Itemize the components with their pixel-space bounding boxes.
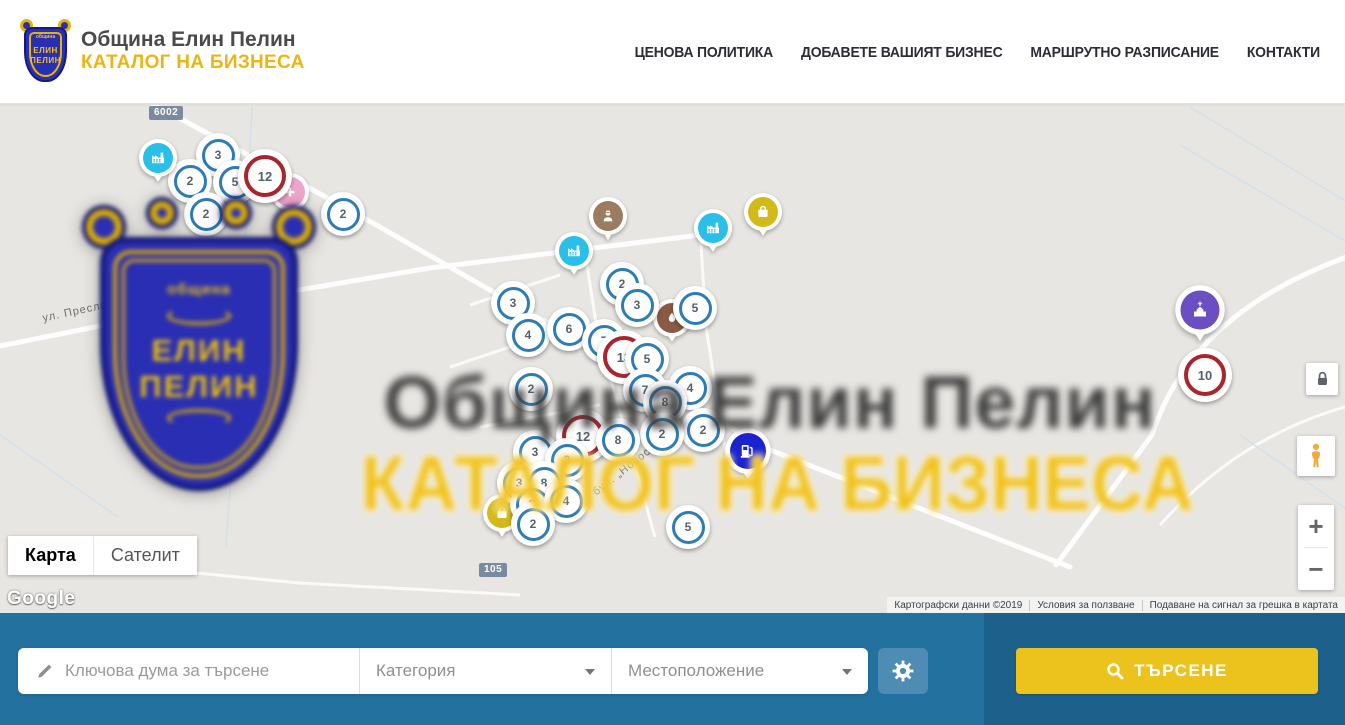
chevron-down-icon — [585, 669, 595, 675]
map-pin-marker[interactable] — [725, 428, 771, 474]
keyword-input[interactable] — [63, 660, 359, 682]
main-nav: ЦЕНОВА ПОЛИТИКА ДОБАВЕТЕ ВАШИЯТ БИЗНЕС М… — [635, 0, 1320, 104]
terms-link[interactable]: Условия за ползване — [1029, 600, 1141, 611]
map-cluster-marker[interactable]: 2 — [681, 408, 725, 452]
map-attribution: Картографски данни ©2019 Условия за полз… — [887, 597, 1345, 613]
map-type-map-button[interactable]: Карта — [8, 536, 94, 575]
church-icon — [1190, 300, 1211, 321]
map-cluster-marker[interactable]: 4 — [506, 313, 550, 357]
map-pin-marker[interactable] — [744, 193, 782, 231]
pegman-icon — [1308, 443, 1324, 469]
map-pin-marker[interactable] — [139, 139, 177, 177]
nav-item-add-business[interactable]: ДОБАВЕТЕ ВАШИЯТ БИЗНЕС — [801, 44, 1003, 61]
map-cluster-marker[interactable]: 2 — [509, 367, 553, 411]
lock-button[interactable] — [1306, 363, 1338, 395]
worker-icon — [600, 208, 616, 224]
map-cluster-marker[interactable]: 2 — [321, 192, 365, 236]
markers-layer: 325122223534671352748221283338342510 — [0, 105, 1345, 613]
map-type-control: Карта Сателит — [8, 536, 197, 575]
map-cluster-marker[interactable]: 8 — [596, 418, 640, 462]
map-pin-marker[interactable] — [1175, 285, 1224, 334]
map-cluster-marker[interactable]: 2 — [511, 502, 555, 546]
factory-icon — [566, 243, 582, 259]
category-dropdown[interactable]: Категория — [360, 648, 612, 694]
search-icon — [1106, 662, 1124, 680]
search-combo: Категория Местоположение — [18, 648, 868, 694]
factory-icon — [705, 220, 721, 236]
pencil-icon — [36, 663, 53, 680]
map-type-satellite-button[interactable]: Сателит — [94, 536, 197, 575]
site-subtitle: КАТАЛОГ НА БИЗНЕСА — [81, 52, 305, 74]
search-button[interactable]: ТЪРСЕНЕ — [1016, 648, 1318, 694]
google-logo[interactable]: Google — [7, 588, 75, 610]
fuel-icon — [738, 441, 757, 460]
map-cluster-marker[interactable]: 5 — [673, 286, 717, 330]
nav-item-contacts[interactable]: КОНТАКТИ — [1247, 44, 1320, 61]
map-cluster-marker[interactable]: 12 — [238, 149, 292, 203]
factory-icon — [150, 150, 166, 166]
header: община ЕЛИН ПЕЛИН Община Елин Пелин КАТА… — [0, 0, 1345, 104]
attribution-copyright: Картографски данни ©2019 — [887, 600, 1029, 611]
lock-icon — [1315, 371, 1330, 387]
map-pin-marker[interactable] — [555, 232, 593, 270]
page: община ЕЛИН ПЕЛИН Община Елин Пелин КАТА… — [0, 0, 1345, 725]
location-dropdown[interactable]: Местоположение — [612, 648, 868, 694]
site-logo[interactable]: община ЕЛИН ПЕЛИН Община Елин Пелин КАТА… — [22, 20, 305, 82]
site-title: Община Елин Пелин — [81, 28, 305, 52]
municipality-crest-icon: община ЕЛИН ПЕЛИН — [22, 20, 69, 82]
map-pin-marker[interactable] — [694, 209, 732, 247]
map-cluster-marker[interactable]: 3 — [615, 283, 659, 327]
map-pin-marker[interactable] — [589, 197, 627, 235]
map-cluster-marker[interactable]: 2 — [184, 192, 228, 236]
bag-icon — [755, 204, 771, 220]
chevron-down-icon — [842, 669, 852, 675]
zoom-control: + − — [1298, 505, 1334, 590]
gear-icon — [891, 659, 915, 683]
map-cluster-marker[interactable]: 10 — [1178, 348, 1232, 402]
map-cluster-marker[interactable]: 5 — [666, 505, 710, 549]
nav-item-route-schedule[interactable]: МАРШРУТНО РАЗПИСАНИЕ — [1030, 44, 1219, 61]
zoom-out-button[interactable]: − — [1298, 548, 1334, 590]
nav-item-pricing[interactable]: ЦЕНОВА ПОЛИТИКА — [635, 44, 773, 61]
pegman-button[interactable] — [1297, 436, 1335, 476]
bag-icon — [494, 505, 510, 521]
map-cluster-marker[interactable]: 2 — [640, 412, 684, 456]
search-panel: Категория Местоположение — [0, 613, 1345, 725]
zoom-in-button[interactable]: + — [1298, 505, 1334, 547]
advanced-settings-button[interactable] — [878, 648, 928, 694]
map-canvas[interactable]: 6002105 ул. Преславбул. „Новоселци 32512… — [0, 105, 1345, 613]
report-error-link[interactable]: Подаване на сигнал за грешка в картата — [1142, 600, 1345, 611]
keyword-section — [18, 648, 360, 694]
